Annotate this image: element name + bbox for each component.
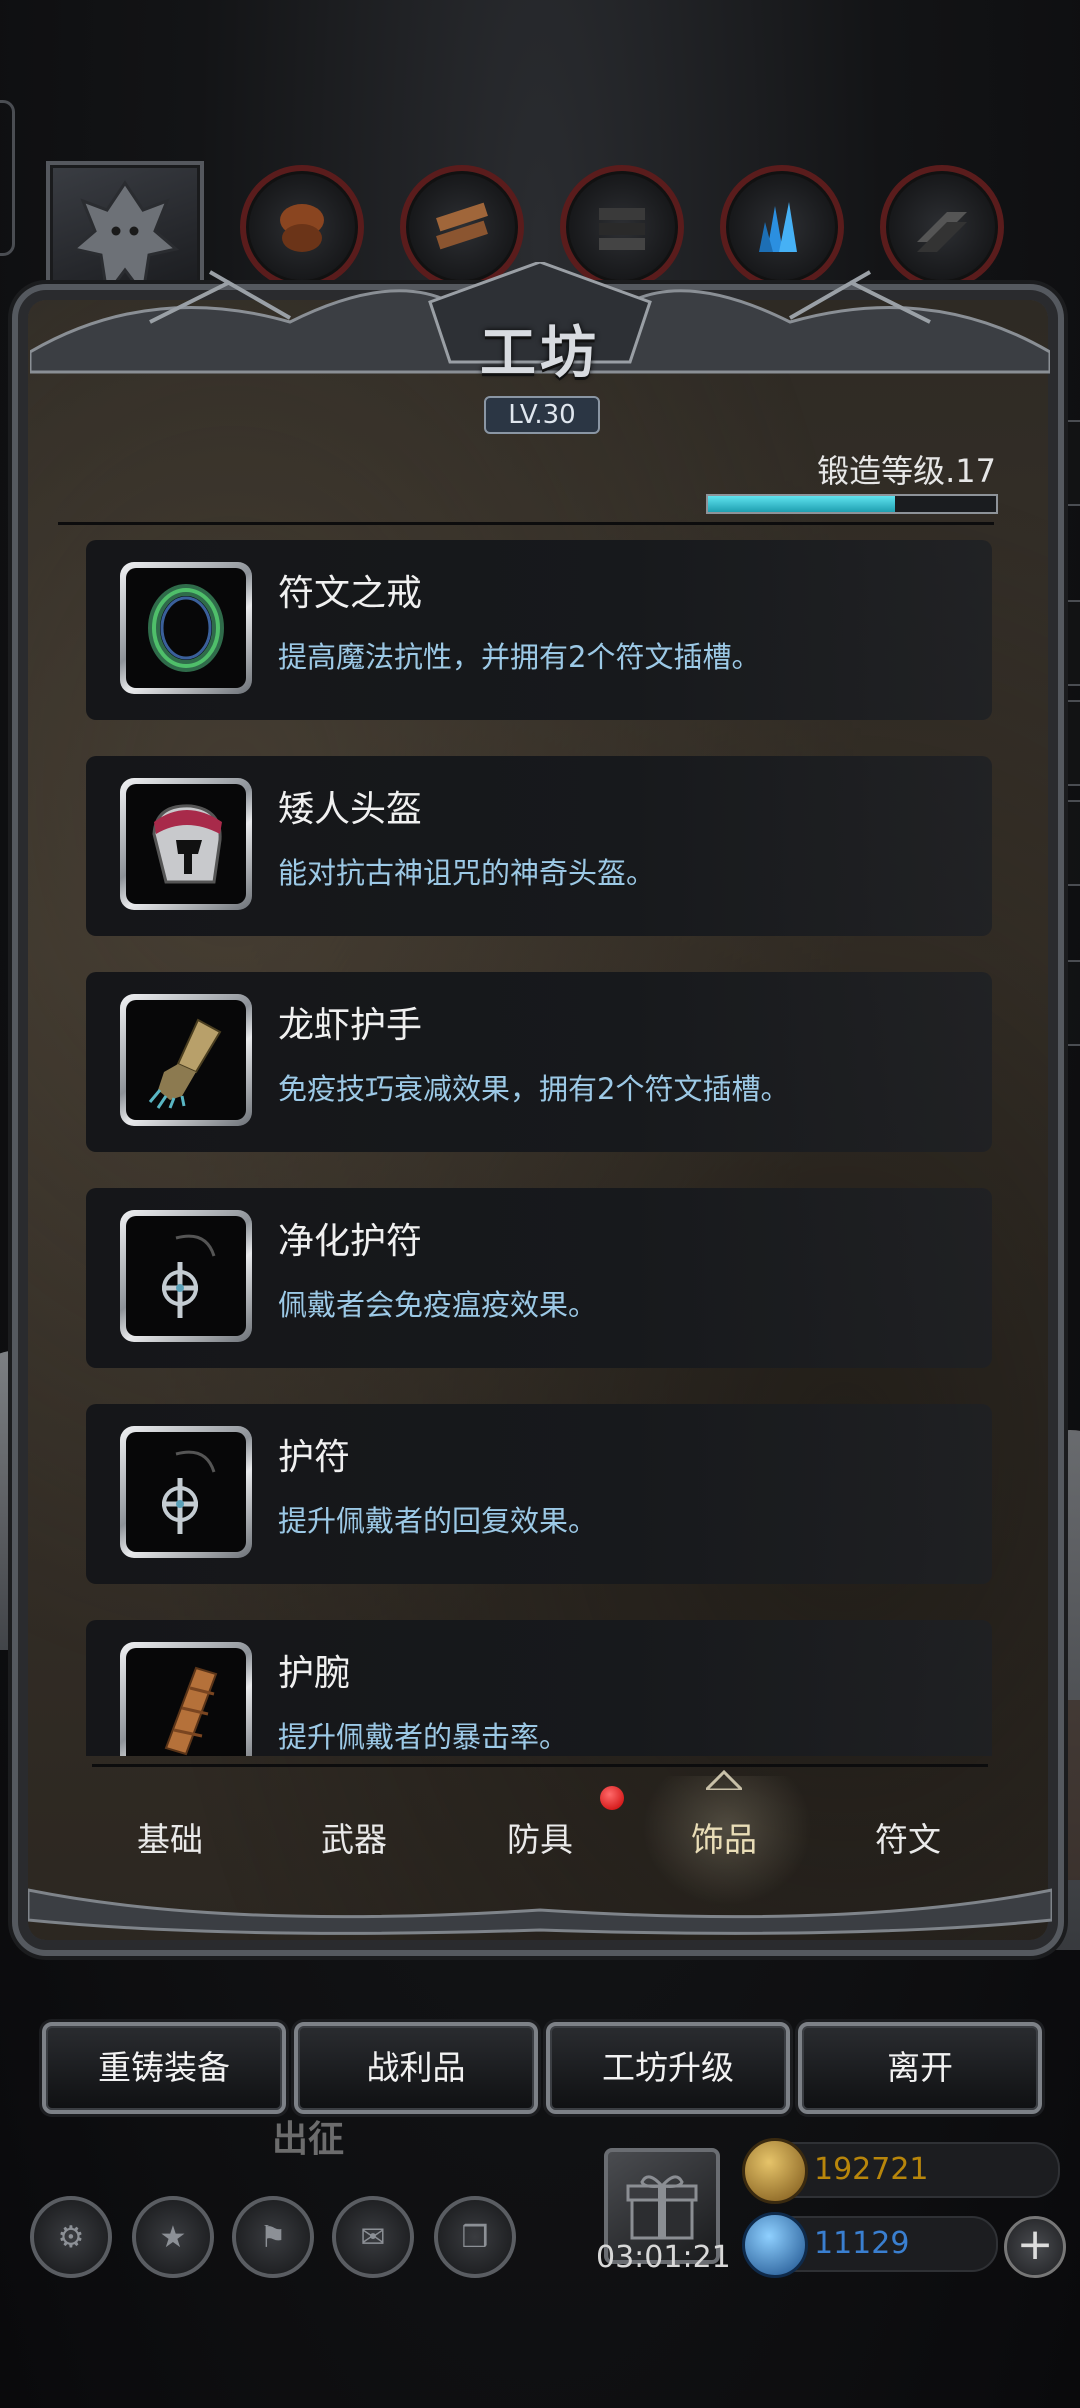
plus-icon: + — [1016, 2219, 1054, 2270]
side-tab-4[interactable] — [1046, 800, 1080, 886]
workshop-level-badge: LV.30 — [484, 396, 600, 434]
tab-basic[interactable]: 基础 — [78, 1810, 262, 1870]
item-description: 免疫技巧衰减效果，拥有2个符文插槽。 — [278, 1072, 790, 1106]
item-description: 能对抗古神诅咒的神奇头盔。 — [278, 856, 656, 890]
item-icon-frame — [120, 562, 252, 694]
forge-progress-fill — [708, 496, 896, 512]
gauntlet-icon — [148, 1018, 222, 1109]
star-icon: ★ — [159, 2219, 187, 2255]
list-item[interactable]: 护符 提升佩戴者的回复效果。 — [86, 1404, 992, 1584]
amulet-icon — [162, 1450, 216, 1534]
item-list[interactable]: 符文之戒 提高魔法抗性，并拥有2个符文插槽。 矮人头盔 能对抗古神诅咒的神奇头盔… — [86, 540, 992, 1756]
helmet-icon — [152, 804, 222, 884]
leave-button[interactable]: 离开 — [798, 2022, 1042, 2114]
gold-amount: 192721 — [814, 2152, 929, 2187]
forge-level-label: 锻造等级.17 — [817, 452, 996, 490]
amulet-icon — [162, 1234, 216, 1318]
item-name: 符文之戒 — [278, 573, 423, 614]
guild-button[interactable]: ⚑ — [232, 2196, 314, 2278]
item-name: 护腕 — [278, 1653, 351, 1694]
panel-bottom-ornament — [28, 1888, 1052, 1935]
item-description: 提升佩戴者的暴击率。 — [278, 1720, 569, 1754]
panel-title: 工坊 — [480, 320, 600, 386]
item-icon-frame — [120, 1642, 252, 1756]
mail-icon: ✉ — [360, 2219, 386, 2255]
gem-amount: 11129 — [814, 2226, 910, 2261]
item-name: 龙虾护手 — [278, 1005, 423, 1046]
achievements-button[interactable]: ★ — [132, 2196, 214, 2278]
side-tab-1[interactable] — [1046, 420, 1080, 506]
bracer-icon — [164, 1666, 218, 1756]
tab-accessories[interactable]: 饰品 — [632, 1810, 816, 1870]
shop-button[interactable]: ❒ — [434, 2196, 516, 2278]
mail-button[interactable]: ✉ — [332, 2196, 414, 2278]
cube-icon: ❒ — [461, 2219, 489, 2255]
item-description: 佩戴者会免疫瘟疫效果。 — [278, 1288, 598, 1322]
list-item[interactable]: 龙虾护手 免疫技巧衰减效果，拥有2个符文插槽。 — [86, 972, 992, 1152]
gear-icon: ⚙ — [57, 2219, 85, 2255]
list-item[interactable]: 护腕 提升佩戴者的暴击率。 — [86, 1620, 992, 1756]
forge-progress-bar — [706, 494, 998, 514]
add-gems-button[interactable]: + — [1004, 2216, 1066, 2278]
item-icon-frame — [120, 994, 252, 1126]
list-item[interactable]: 符文之戒 提高魔法抗性，并拥有2个符文插槽。 — [86, 540, 992, 720]
recast-equipment-button[interactable]: 重铸装备 — [42, 2022, 286, 2114]
active-tab-marker-icon — [706, 1770, 742, 1790]
divider — [58, 522, 994, 525]
workshop-upgrade-button[interactable]: 工坊升级 — [546, 2022, 790, 2114]
tab-weapons[interactable]: 武器 — [262, 1810, 446, 1870]
gift-icon — [626, 2175, 698, 2240]
iron-icon — [599, 208, 645, 250]
left-side-tab[interactable] — [0, 100, 15, 256]
tab-armor[interactable]: 防具 — [448, 1810, 632, 1870]
expedition-label[interactable]: 出征 — [272, 2110, 344, 2162]
side-tab-3[interactable] — [1046, 700, 1080, 786]
list-item[interactable]: 矮人头盔 能对抗古神诅咒的神奇头盔。 — [86, 756, 992, 936]
wood-icon — [436, 202, 488, 250]
leather-icon — [280, 204, 324, 252]
item-icon-frame — [120, 1210, 252, 1342]
gem-counter: 11129 — [742, 2212, 998, 2278]
item-name: 矮人头盔 — [278, 789, 423, 830]
settings-button[interactable]: ⚙ — [30, 2196, 112, 2278]
tab-runes[interactable]: 符文 — [816, 1810, 1000, 1870]
item-icon-frame — [120, 1426, 252, 1558]
item-description: 提升佩戴者的回复效果。 — [278, 1504, 598, 1538]
item-name: 护符 — [278, 1437, 351, 1478]
gift-timer: 03:01:21 — [596, 2240, 731, 2275]
banner-icon: ⚑ — [259, 2219, 287, 2255]
item-description: 提高魔法抗性，并拥有2个符文插槽。 — [278, 640, 761, 674]
loot-button[interactable]: 战利品 — [294, 2022, 538, 2114]
item-icon-frame — [120, 778, 252, 910]
steel-icon — [917, 212, 967, 252]
side-tab-2[interactable] — [1046, 600, 1080, 686]
gold-coin-icon — [742, 2138, 808, 2204]
tab-bar-divider — [92, 1764, 988, 1767]
list-item[interactable]: 净化护符 佩戴者会免疫瘟疫效果。 — [86, 1188, 992, 1368]
ring-icon — [148, 584, 224, 672]
side-tab-5[interactable] — [1046, 960, 1080, 1046]
notification-dot — [600, 1786, 624, 1810]
item-name: 净化护符 — [278, 1221, 423, 1262]
crystal-icon — [759, 202, 797, 252]
gem-icon — [742, 2212, 808, 2278]
gold-counter: 192721 — [742, 2138, 1060, 2204]
